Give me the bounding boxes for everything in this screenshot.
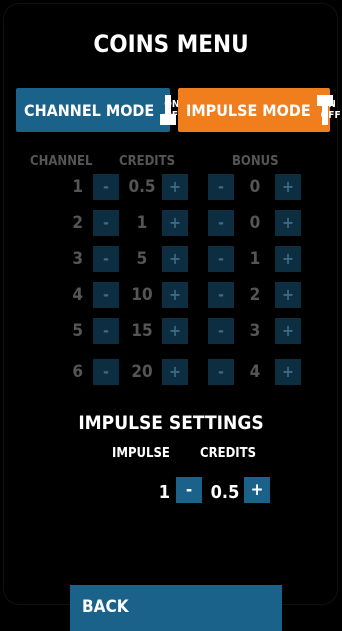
- credits-decrement-button[interactable]: -: [93, 282, 119, 308]
- bonus-increment-button[interactable]: +: [275, 174, 301, 200]
- bonus-increment-button[interactable]: +: [275, 318, 301, 344]
- impulse-credits-value: 0.5: [210, 482, 240, 503]
- credits-decrement-button[interactable]: -: [93, 174, 119, 200]
- credits-increment-button[interactable]: +: [162, 318, 188, 344]
- bonus-increment-button[interactable]: +: [275, 210, 301, 236]
- credits-decrement-button[interactable]: -: [93, 210, 119, 236]
- bonus-decrement-button[interactable]: -: [208, 359, 234, 385]
- credits-increment-button[interactable]: +: [162, 246, 188, 272]
- bonus-value: 2: [249, 285, 261, 305]
- impulse-value: 1: [158, 482, 170, 503]
- back-button[interactable]: BACK: [70, 585, 282, 631]
- channel-number: 4: [72, 285, 83, 305]
- channel-number: 3: [72, 249, 83, 269]
- channel-number: 5: [72, 321, 83, 341]
- credits-increment-button[interactable]: +: [162, 174, 188, 200]
- credits-label: CREDITS: [200, 446, 257, 461]
- channel-number: 2: [72, 213, 83, 233]
- impulse-settings-title: IMPULSE SETTINGS: [78, 412, 264, 434]
- credits-column-header: CREDITS: [119, 154, 176, 169]
- bonus-value: 0: [249, 213, 261, 233]
- bonus-decrement-button[interactable]: -: [208, 210, 234, 236]
- bonus-increment-button[interactable]: +: [275, 246, 301, 272]
- impulse-mode-toggle[interactable]: IMPULSE MODE ON OFF: [178, 88, 341, 132]
- bonus-decrement-button[interactable]: -: [208, 318, 234, 344]
- bonus-value: 1: [249, 249, 261, 269]
- bonus-column-header: BONUS: [232, 154, 279, 169]
- bonus-increment-button[interactable]: +: [275, 359, 301, 385]
- bonus-decrement-button[interactable]: -: [208, 246, 234, 272]
- credits-value: 5: [136, 249, 148, 269]
- credits-value: 15: [131, 321, 153, 341]
- credits-value: 0.5: [128, 177, 156, 197]
- bonus-value: 4: [249, 362, 261, 382]
- channel-column-header: CHANNEL: [30, 154, 93, 169]
- impulse-label: IMPULSE: [112, 446, 170, 461]
- channel-number: 6: [72, 362, 83, 382]
- impulse-mode-label: IMPULSE MODE: [186, 100, 311, 120]
- credits-value: 1: [136, 213, 148, 233]
- credits-increment-button[interactable]: +: [162, 359, 188, 385]
- credits-decrement-button[interactable]: -: [93, 318, 119, 344]
- channel-mode-label: CHANNEL MODE: [24, 100, 155, 120]
- bonus-increment-button[interactable]: +: [275, 282, 301, 308]
- credits-increment-button[interactable]: +: [162, 210, 188, 236]
- bonus-value: 0: [249, 177, 261, 197]
- bonus-decrement-button[interactable]: -: [208, 282, 234, 308]
- credits-value: 10: [131, 285, 153, 305]
- impulse-credits-increment-button[interactable]: +: [244, 477, 270, 503]
- credits-value: 20: [131, 362, 153, 382]
- bonus-value: 3: [249, 321, 261, 341]
- channel-mode-toggle[interactable]: CHANNEL MODE ON OFF: [16, 88, 184, 132]
- credits-decrement-button[interactable]: -: [93, 359, 119, 385]
- credits-decrement-button[interactable]: -: [93, 246, 119, 272]
- page-title: COINS MENU: [93, 30, 249, 58]
- channel-number: 1: [72, 177, 83, 197]
- credits-increment-button[interactable]: +: [162, 282, 188, 308]
- impulse-credits-decrement-button[interactable]: -: [176, 477, 202, 503]
- bonus-decrement-button[interactable]: -: [208, 174, 234, 200]
